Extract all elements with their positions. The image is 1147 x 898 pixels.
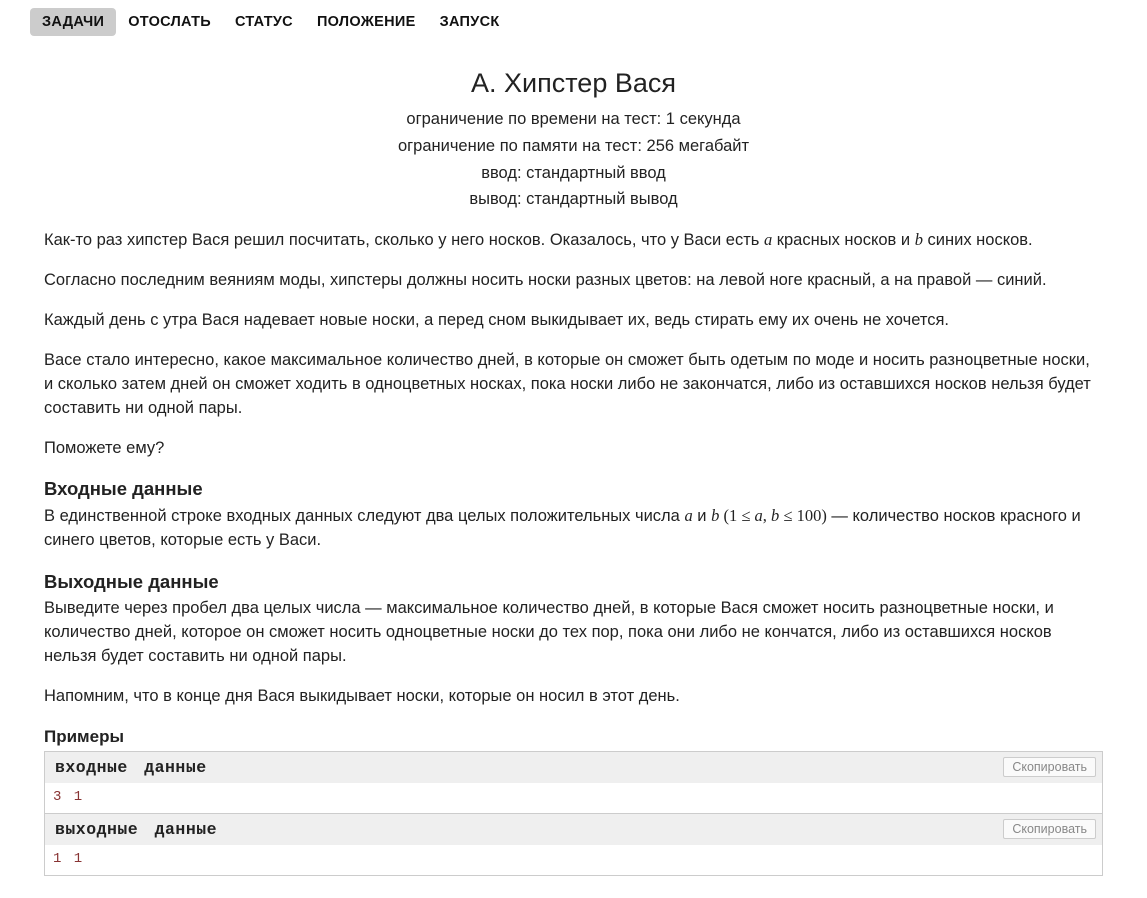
- text: В единственной строке входных данных сле…: [44, 507, 684, 525]
- input-mode: ввод: стандартный ввод: [44, 161, 1103, 186]
- tab-status[interactable]: СТАТУС: [223, 8, 305, 36]
- example-output-box: выходные данные Скопировать 1 1: [44, 813, 1103, 876]
- example-output-data: 1 1: [45, 845, 1102, 875]
- tab-run[interactable]: ЗАПУСК: [428, 8, 512, 36]
- var-a: a: [764, 230, 772, 249]
- problem-title: A. Хипстер Вася: [44, 68, 1103, 99]
- tab-tasks[interactable]: ЗАДАЧИ: [30, 8, 116, 36]
- example-input-label: входные данные: [51, 756, 211, 779]
- text: красных носков и: [772, 231, 914, 249]
- example-input-head: входные данные Скопировать: [45, 752, 1102, 783]
- text: и: [693, 507, 711, 525]
- constraint: 1 ≤ a, b ≤ 100: [729, 506, 821, 525]
- copy-input-button[interactable]: Скопировать: [1003, 757, 1096, 777]
- limits-block: ограничение по времени на тест: 1 секунд…: [44, 107, 1103, 212]
- memory-limit: ограничение по памяти на тест: 256 мегаб…: [44, 134, 1103, 159]
- output-spec-2: Напомним, что в конце дня Вася выкидывае…: [44, 685, 1103, 709]
- input-header: Входные данные: [44, 478, 1103, 500]
- input-spec: В единственной строке входных данных сле…: [44, 504, 1103, 553]
- problem-content: A. Хипстер Вася ограничение по времени н…: [0, 36, 1147, 895]
- var-b: b: [915, 230, 923, 249]
- copy-output-button[interactable]: Скопировать: [1003, 819, 1096, 839]
- top-nav: ЗАДАЧИ ОТОСЛАТЬ СТАТУС ПОЛОЖЕНИЕ ЗАПУСК: [0, 0, 1147, 36]
- output-spec-1: Выведите через пробел два целых числа — …: [44, 597, 1103, 669]
- statement-p2: Согласно последним веяниям моды, хипстер…: [44, 269, 1103, 293]
- text: Как-то раз хипстер Вася решил посчитать,…: [44, 231, 764, 249]
- output-header: Выходные данные: [44, 571, 1103, 593]
- example-input-data: 3 1: [45, 783, 1102, 813]
- example-input-box: входные данные Скопировать 3 1: [44, 751, 1103, 814]
- var-a: a: [684, 506, 692, 525]
- statement-p4: Васе стало интересно, какое максимальное…: [44, 349, 1103, 421]
- tab-standings[interactable]: ПОЛОЖЕНИЕ: [305, 8, 428, 36]
- statement-p1: Как-то раз хипстер Вася решил посчитать,…: [44, 228, 1103, 253]
- statement-p5: Поможете ему?: [44, 437, 1103, 461]
- output-mode: вывод: стандартный вывод: [44, 187, 1103, 212]
- examples-header: Примеры: [44, 727, 1103, 747]
- example-output-head: выходные данные Скопировать: [45, 814, 1102, 845]
- text: синих носков.: [923, 231, 1033, 249]
- statement-p3: Каждый день с утра Вася надевает новые н…: [44, 309, 1103, 333]
- paren-open: (: [719, 506, 729, 525]
- example-output-label: выходные данные: [51, 818, 221, 841]
- tab-submit[interactable]: ОТОСЛАТЬ: [116, 8, 223, 36]
- time-limit: ограничение по времени на тест: 1 секунд…: [44, 107, 1103, 132]
